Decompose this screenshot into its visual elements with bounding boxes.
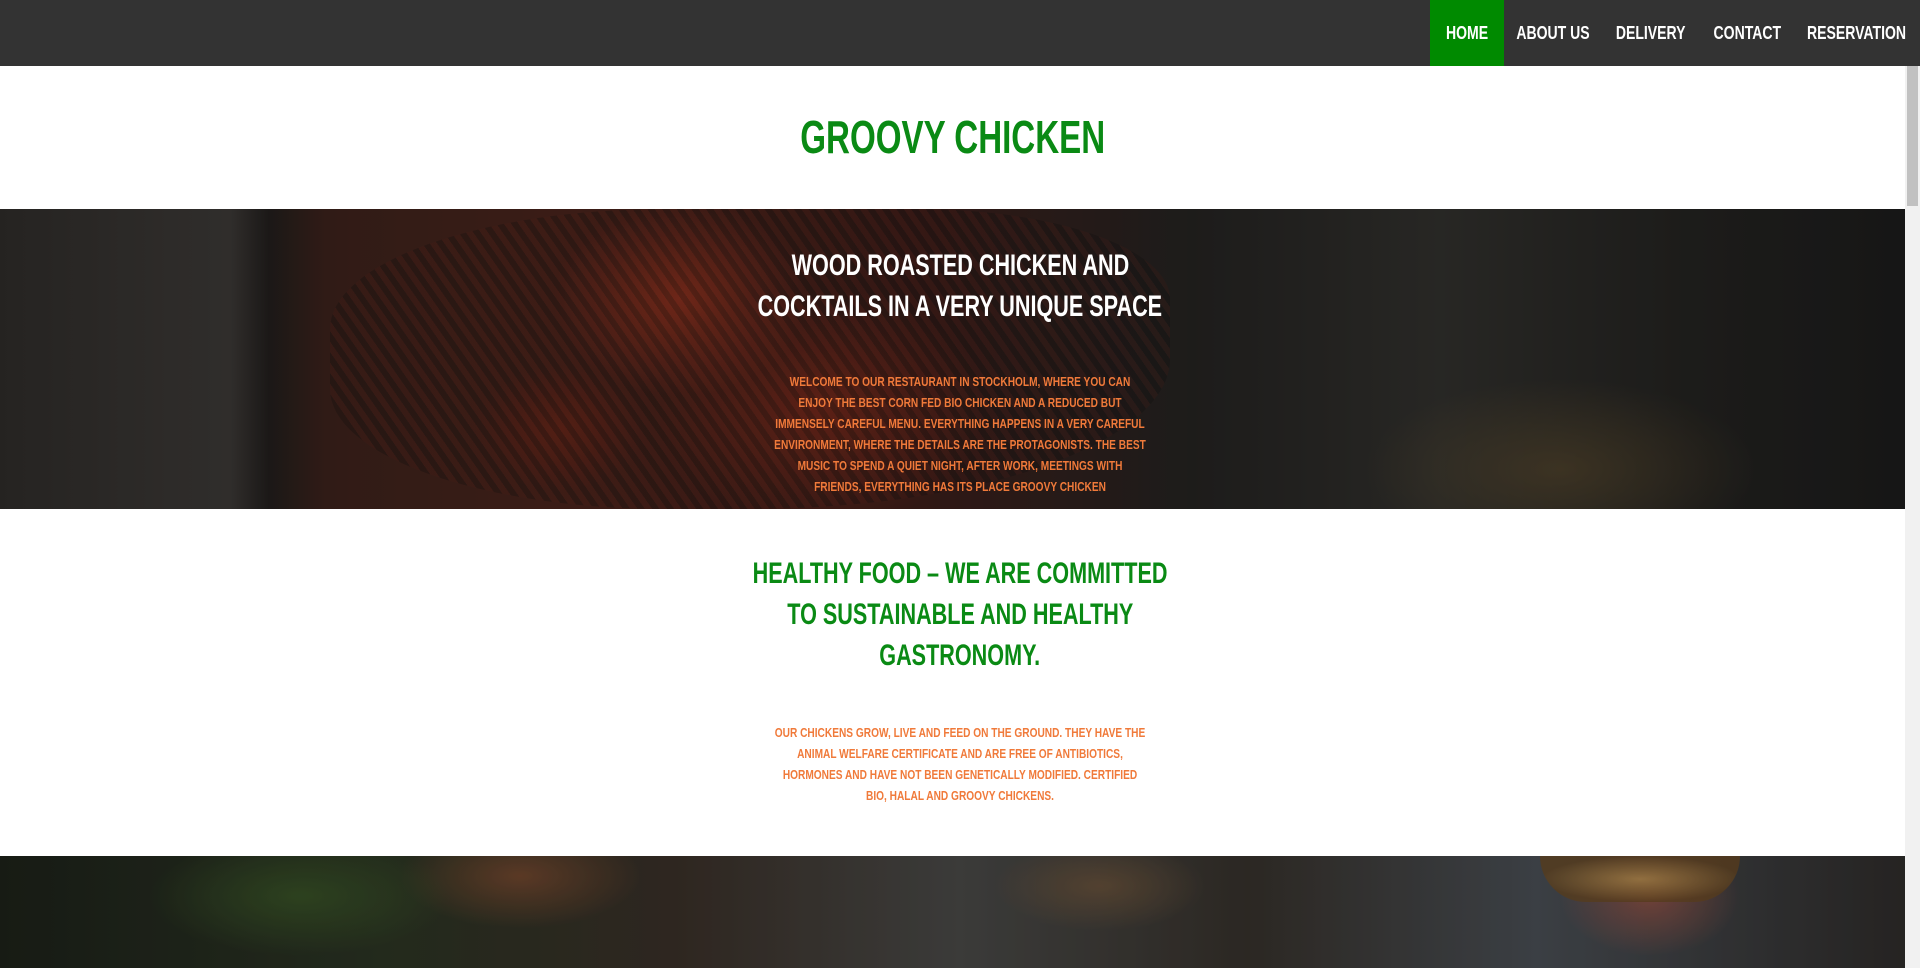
site-title-text: GROOVY CHICKEN [800, 111, 1105, 163]
nav-item-label: DELIVERY [1616, 22, 1686, 43]
nav-item-label: HOME [1445, 22, 1489, 43]
hero-heading-line-2: COCKTAILS IN A VERY UNIQUE SPACE [757, 290, 1163, 323]
restaurant-interior-image [0, 856, 1920, 968]
healthy-heading: HEALTHY FOOD – WE ARE COMMITTED TO SUSTA… [0, 553, 1920, 676]
top-navbar: HOME ABOUT US DELIVERY CONTACT RESERVATI… [0, 0, 1920, 66]
nav-menu: HOME ABOUT US DELIVERY CONTACT RESERVATI… [1430, 0, 1920, 66]
healthy-heading-line-2: TO SUSTAINABLE AND HEALTHY [786, 598, 1134, 631]
nav-item-label: ABOUT US [1516, 22, 1590, 43]
healthy-food-section: HEALTHY FOOD – WE ARE COMMITTED TO SUSTA… [0, 509, 1905, 856]
hero-heading-line-1: WOOD ROASTED CHICKEN AND [791, 249, 1129, 282]
nav-item-reservation[interactable]: RESERVATION [1794, 0, 1920, 66]
scrollbar-thumb[interactable] [1907, 66, 1918, 206]
healthy-description: OUR CHICKENS GROW, LIVE AND FEED ON THE … [760, 722, 1160, 806]
title-section: GROOVY CHICKEN [0, 66, 1905, 209]
page: HOME ABOUT US DELIVERY CONTACT RESERVATI… [0, 0, 1920, 968]
nav-item-label: RESERVATION [1807, 22, 1907, 43]
nav-item-about-us[interactable]: ABOUT US [1504, 0, 1602, 66]
hero-heading: WOOD ROASTED CHICKEN AND COCKTAILS IN A … [0, 245, 1920, 327]
hero-section: WOOD ROASTED CHICKEN AND COCKTAILS IN A … [0, 209, 1920, 509]
hero-description: WELCOME TO OUR RESTAURANT IN STOCKHOLM, … [760, 371, 1160, 497]
healthy-heading-line-3: GASTRONOMY. [879, 639, 1041, 672]
healthy-description-text: OUR CHICKENS GROW, LIVE AND FEED ON THE … [774, 725, 1146, 803]
site-title: GROOVY CHICKEN [0, 110, 1905, 164]
nav-item-contact[interactable]: CONTACT [1700, 0, 1794, 66]
nav-item-delivery[interactable]: DELIVERY [1602, 0, 1700, 66]
hero-description-text: WELCOME TO OUR RESTAURANT IN STOCKHOLM, … [774, 374, 1146, 494]
healthy-heading-line-1: HEALTHY FOOD – WE ARE COMMITTED [752, 557, 1168, 590]
image-overlay [0, 856, 1920, 968]
nav-item-label: CONTACT [1713, 22, 1781, 43]
page-scrollbar[interactable] [1905, 66, 1920, 968]
nav-item-home[interactable]: HOME [1430, 0, 1504, 66]
